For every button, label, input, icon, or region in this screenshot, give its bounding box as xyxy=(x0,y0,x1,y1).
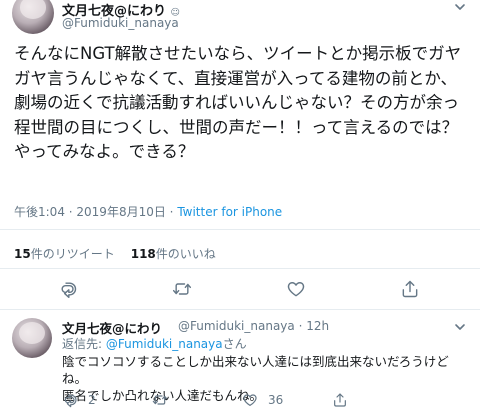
reply-user-handle[interactable]: @Fumiduki_nanaya xyxy=(178,319,295,333)
retweets-stat[interactable]: 15件のリツイート xyxy=(14,247,115,261)
retweets-count: 15 xyxy=(14,247,31,261)
share-button[interactable] xyxy=(400,279,420,299)
reply-count: 2 xyxy=(88,393,96,407)
reply-to-suffix: さん xyxy=(222,337,247,351)
main-tweet: 文月七夜@にわり ☺ @Fumiduki_nanaya そんなにNGT解散させた… xyxy=(0,0,480,310)
likes-label: 件のいいね xyxy=(155,247,216,261)
tweet-actions xyxy=(0,279,480,303)
retweets-label: 件のリツイート xyxy=(30,247,115,261)
like-count: 36 xyxy=(268,393,284,407)
meta-separator: · xyxy=(165,205,178,219)
like-button[interactable]: 36 xyxy=(242,391,283,409)
avatar[interactable] xyxy=(12,318,52,358)
share-icon xyxy=(402,280,418,298)
retweet-icon xyxy=(172,283,192,295)
divider xyxy=(0,309,480,310)
tweet-date[interactable]: 2019年8月10日 xyxy=(76,205,165,219)
reply-to-label: 返信先: xyxy=(62,337,106,351)
chevron-down-icon[interactable] xyxy=(454,322,466,332)
divider xyxy=(0,229,480,230)
share-button[interactable] xyxy=(332,391,358,409)
retweet-button[interactable] xyxy=(152,391,178,409)
chevron-down-icon[interactable] xyxy=(454,2,466,12)
retweet-button[interactable] xyxy=(172,279,192,299)
tweet-time[interactable]: 午後1:04 xyxy=(14,205,65,219)
replying-to: 返信先: @Fumiduki_nanayaさん xyxy=(62,335,247,352)
tweet-stats: 15件のリツイート 118件のいいね xyxy=(14,245,216,262)
reply-actions: 2 36 xyxy=(62,391,462,409)
tweet-text: そんなにNGT解散させたいなら、ツイートとか掲示板でガヤガヤ言うんじゃなくて、直… xyxy=(14,44,462,161)
likes-count: 118 xyxy=(130,247,156,261)
heart-icon xyxy=(243,394,257,406)
reply-time[interactable]: 12h xyxy=(306,319,329,333)
tweet-meta: 午後1:04 · 2019年8月10日 · Twitter for iPhone xyxy=(14,203,282,220)
reply-handle-time: @Fumiduki_nanaya · 12h xyxy=(178,319,329,333)
reply-icon xyxy=(64,394,77,408)
user-handle[interactable]: @Fumiduki_nanaya xyxy=(62,16,179,30)
heart-icon xyxy=(287,282,305,297)
reply-button[interactable] xyxy=(58,279,78,299)
likes-stat[interactable]: 118件のいいね xyxy=(131,247,216,261)
share-icon xyxy=(334,393,346,407)
divider xyxy=(0,268,480,269)
reply-button[interactable]: 2 xyxy=(62,391,96,409)
meta-separator: · xyxy=(64,205,77,219)
retweet-icon xyxy=(152,395,168,405)
avatar[interactable] xyxy=(12,0,54,34)
like-button[interactable] xyxy=(286,279,306,299)
tweet-source-link[interactable]: Twitter for iPhone xyxy=(177,205,282,219)
reply-to-handle-link[interactable]: @Fumiduki_nanaya xyxy=(106,337,223,351)
reply-icon xyxy=(61,282,77,299)
